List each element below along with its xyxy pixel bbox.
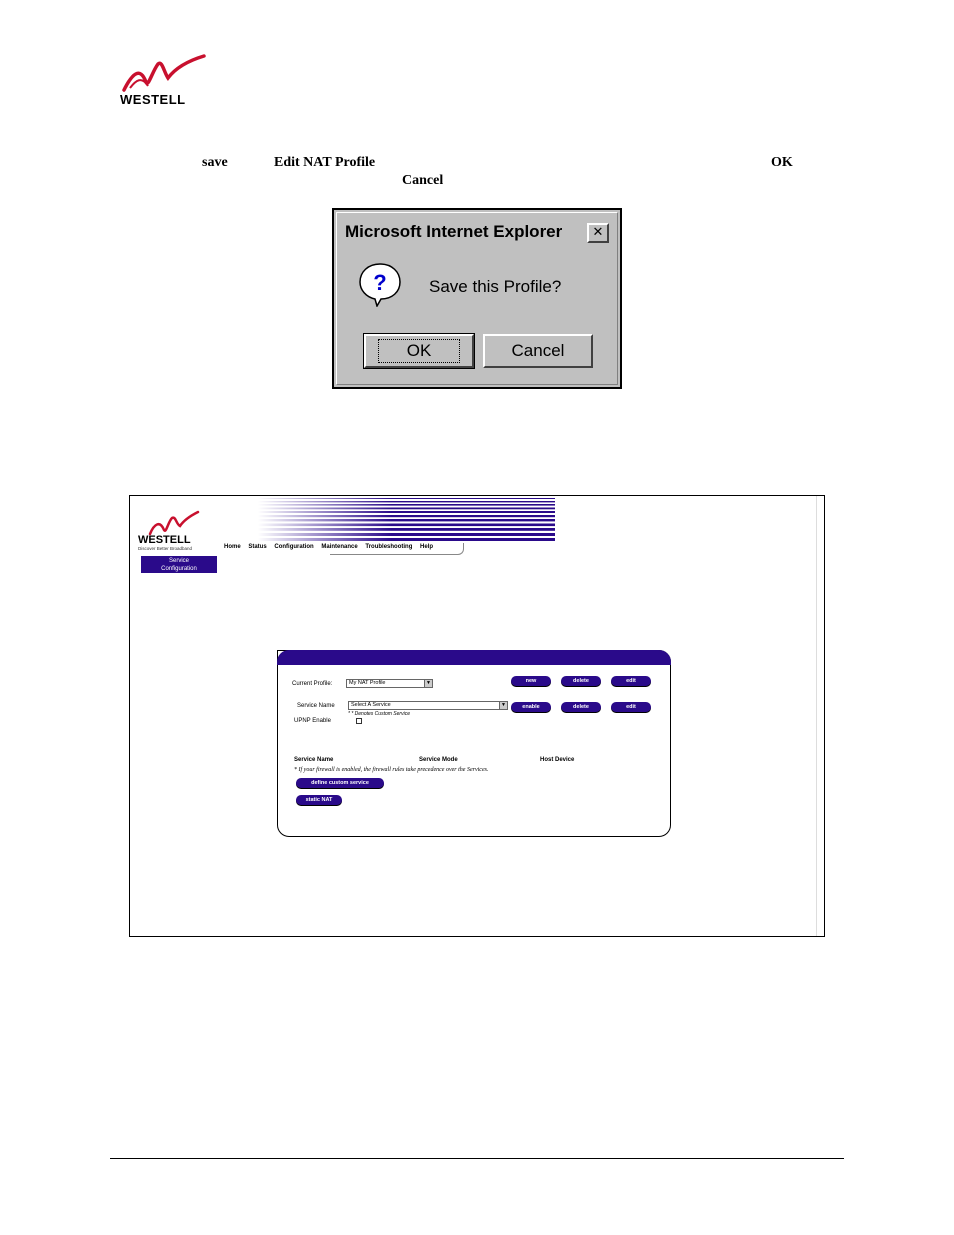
dialog-message: Save this Profile? bbox=[429, 277, 562, 296]
westell-swoosh-icon bbox=[148, 510, 200, 536]
edit-profile-button[interactable]: edit bbox=[611, 676, 651, 686]
edit-service-button[interactable]: edit bbox=[611, 702, 651, 712]
scrollbar[interactable] bbox=[816, 496, 824, 936]
chevron-down-icon: ▼ bbox=[424, 680, 432, 687]
ok-button[interactable]: OK bbox=[363, 333, 475, 369]
firewall-note: * If your firewall is enabled, the firew… bbox=[294, 767, 489, 773]
text-cancel: Cancel bbox=[402, 173, 444, 188]
close-button[interactable]: ✕ bbox=[587, 223, 609, 243]
westell-logo-small: WESTELL Discover Better Broadband bbox=[136, 510, 216, 552]
upnp-checkbox[interactable] bbox=[356, 718, 362, 724]
section-badge: Service Configuration bbox=[141, 556, 217, 573]
svg-text:?: ? bbox=[373, 270, 386, 295]
nav-home[interactable]: Home bbox=[224, 544, 241, 550]
current-profile-value: My NAT Profile bbox=[349, 680, 386, 686]
westell-logo: WESTELL bbox=[118, 52, 208, 108]
service-select[interactable]: Select A Service ▼ bbox=[348, 701, 508, 710]
westell-swoosh-icon bbox=[122, 54, 206, 92]
cancel-button[interactable]: Cancel bbox=[483, 334, 593, 368]
define-custom-service-button[interactable]: define custom service bbox=[296, 778, 384, 788]
new-button[interactable]: new bbox=[511, 676, 551, 686]
nat-panel: Current Profile: My NAT Profile ▼ new de… bbox=[277, 650, 671, 837]
nav-configuration[interactable]: Configuration bbox=[274, 544, 313, 550]
dialog-title: Microsoft Internet Explorer bbox=[345, 222, 563, 241]
current-profile-label: Current Profile: bbox=[292, 681, 333, 687]
enable-button[interactable]: enable bbox=[511, 702, 551, 712]
badge-line-2: Configuration bbox=[161, 566, 197, 572]
chevron-down-icon: ▼ bbox=[499, 702, 507, 709]
current-profile-select[interactable]: My NAT Profile ▼ bbox=[346, 679, 433, 688]
badge-line-1: Service bbox=[168, 558, 189, 564]
upnp-label: UPNP Enable bbox=[294, 718, 331, 724]
ok-label: OK bbox=[377, 339, 461, 363]
col-host-device: Host Device bbox=[540, 757, 575, 763]
router-screenshot: WESTELL Discover Better Broadband Home S… bbox=[129, 495, 825, 937]
nav-help[interactable]: Help bbox=[420, 544, 433, 550]
nav-troubleshooting[interactable]: Troubleshooting bbox=[365, 544, 412, 550]
nav-status[interactable]: Status bbox=[248, 544, 266, 550]
close-icon: ✕ bbox=[592, 225, 604, 240]
header-stripes bbox=[258, 496, 555, 542]
text-save: save bbox=[202, 155, 228, 170]
delete-profile-button[interactable]: delete bbox=[561, 676, 601, 686]
text-edit-nat-profile: Edit NAT Profile bbox=[274, 155, 376, 170]
question-icon: ? bbox=[359, 263, 401, 307]
logo-tagline: Discover Better Broadband bbox=[138, 546, 193, 551]
confirm-dialog: Microsoft Internet Explorer ✕ ? Save thi… bbox=[332, 208, 622, 389]
custom-service-note: * * Denotes Custom Service bbox=[348, 711, 410, 717]
col-service-name: Service Name bbox=[294, 757, 334, 763]
logo-wordmark: WESTELL bbox=[120, 92, 186, 107]
footer-rule bbox=[110, 1158, 844, 1159]
col-service-mode: Service Mode bbox=[419, 757, 458, 763]
nav-maintenance[interactable]: Maintenance bbox=[321, 544, 357, 550]
text-ok: OK bbox=[771, 155, 793, 170]
static-nat-button[interactable]: static NAT bbox=[296, 795, 342, 805]
service-name-label: Service Name bbox=[297, 703, 335, 709]
delete-service-button[interactable]: delete bbox=[561, 702, 601, 712]
logo-wordmark: WESTELL bbox=[138, 534, 191, 546]
main-nav: Home Status Configuration Maintenance Tr… bbox=[224, 544, 439, 554]
panel-header-bar bbox=[277, 650, 671, 665]
dialog-body: Microsoft Internet Explorer ✕ ? Save thi… bbox=[336, 212, 618, 385]
service-select-value: Select A Service bbox=[351, 702, 391, 708]
